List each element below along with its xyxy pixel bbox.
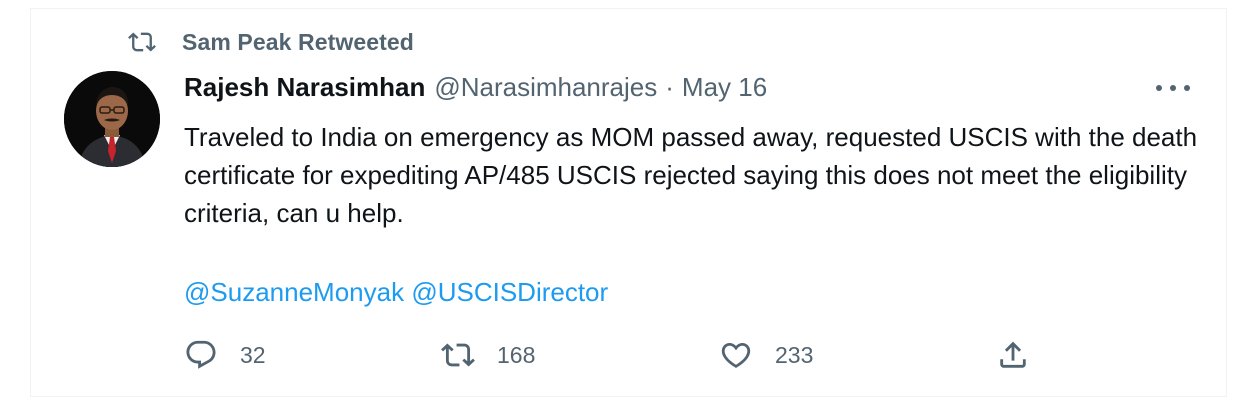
author-display-name[interactable]: Rajesh Narasimhan: [184, 72, 425, 103]
share-button[interactable]: [996, 335, 1030, 375]
share-icon: [1000, 341, 1026, 368]
mention-link[interactable]: @USCISDirector: [411, 277, 608, 307]
tweet-header: Rajesh Narasimhan @Narasimhanrajes · May…: [184, 69, 767, 105]
retweet-button[interactable]: 168: [441, 335, 535, 375]
tweet-card[interactable]: Sam Peak Retweeted Rajesh Narasimhan @Na…: [30, 8, 1227, 397]
retweet-icon: [441, 343, 475, 367]
retweet-count: 168: [497, 341, 536, 368]
retweet-banner: Sam Peak Retweeted: [128, 27, 414, 57]
tweet-mentions: @SuzanneMonyak @USCISDirector: [184, 273, 608, 311]
reply-count: 32: [240, 341, 266, 368]
retweet-icon: [128, 32, 156, 52]
author-handle[interactable]: @Narasimhanrajes: [434, 72, 657, 103]
heart-icon: [721, 342, 751, 368]
tweet-date[interactable]: May 16: [682, 72, 767, 103]
mention-link[interactable]: @SuzanneMonyak: [184, 277, 404, 307]
separator-dot: ·: [665, 71, 674, 102]
avatar[interactable]: [64, 71, 160, 167]
tweet-actions: 32 168 233: [184, 335, 1044, 375]
tweet-text: Traveled to India on emergency as MOM pa…: [184, 122, 1198, 228]
more-horizontal-icon[interactable]: [1156, 77, 1190, 99]
reply-icon: [186, 340, 216, 369]
like-button[interactable]: 233: [719, 335, 813, 375]
like-count: 233: [775, 341, 814, 368]
retweet-banner-text[interactable]: Sam Peak Retweeted: [182, 29, 414, 56]
reply-button[interactable]: 32: [184, 335, 266, 375]
avatar-photo: [64, 71, 160, 167]
